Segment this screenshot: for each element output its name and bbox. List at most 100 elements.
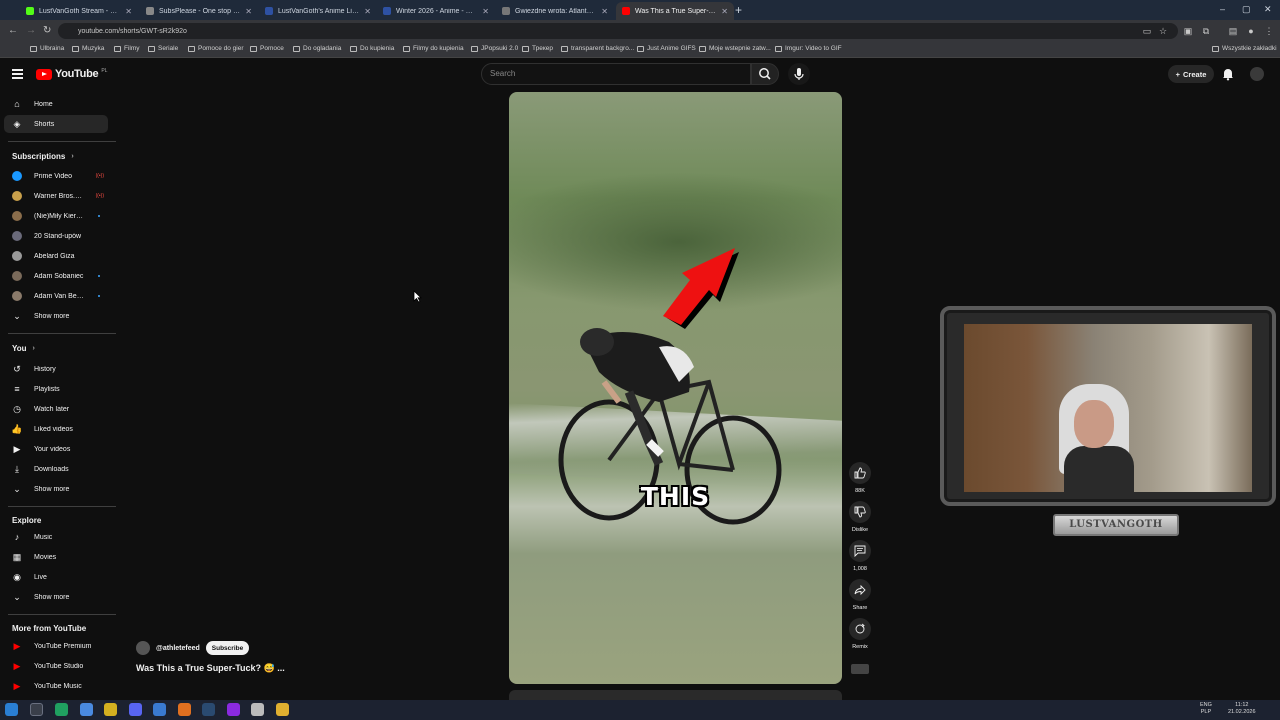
sidebar-item[interactable]: ▶ YouTube Premium [4,637,108,655]
tab-close-icon[interactable]: ✕ [245,7,252,16]
create-button[interactable]: + Create [1168,65,1214,83]
account-avatar[interactable] [1250,67,1264,81]
tab-close-icon[interactable]: ✕ [364,7,371,16]
sidebar-item[interactable]: Abelard Giza [4,247,108,265]
tab-close-icon[interactable]: ✕ [721,7,728,16]
show-more-button[interactable]: ⌄ Show more [4,588,108,606]
sidebar-item[interactable]: ◷ Watch later [4,400,108,418]
sidebar-item[interactable]: ◈ Shorts [4,115,108,133]
steam-taskbar-icon[interactable] [202,703,215,716]
vlc-taskbar-icon[interactable] [178,703,191,716]
app-taskbar-icon[interactable] [80,703,93,716]
file-explorer-taskbar-icon[interactable] [276,703,289,716]
url-bar[interactable]: youtube.com/shorts/GWT-sR2k92o [58,23,1178,39]
bookmark-item[interactable]: Muzyka [72,45,104,52]
sidebar-item[interactable]: ◉ Live [4,568,108,586]
sidebar-item[interactable]: ▶ YouTube Studio [4,657,108,675]
notifications-bell-icon[interactable] [1221,67,1235,81]
sidebar-item[interactable]: Adam Van Bendl... [4,287,108,305]
bookmark-item[interactable]: Just Anime GIFS [637,45,696,52]
chrome-taskbar-icon[interactable] [30,703,43,716]
forward-button[interactable]: → [26,25,36,36]
sidebar-item[interactable]: ↺ History [4,360,108,378]
sidebar-item[interactable]: 20 Stand-upów [4,227,108,245]
next-short-preview[interactable] [509,690,842,700]
tab-close-icon[interactable]: ✕ [125,7,132,16]
discord-taskbar-icon[interactable] [129,703,142,716]
sidebar-item[interactable]: ♪ Music [4,528,108,546]
bookmark-item[interactable]: Трекер [522,45,553,52]
search-button[interactable] [751,63,779,85]
bookmark-item[interactable]: Filmy do kupienia [403,45,464,52]
app-taskbar-icon[interactable] [153,703,166,716]
sidebar-section-title[interactable]: You › [12,344,35,353]
tab-close-icon[interactable]: ✕ [482,7,489,16]
bookmark-item[interactable]: Imgur: Video to GIF [775,45,842,52]
bookmark-item[interactable]: Moje wstepnie zatw... [699,45,771,52]
sidebar-item[interactable]: Prime Video ((•)) [4,167,108,185]
short-video-player[interactable]: THIS [509,92,842,684]
sidebar-item[interactable]: ⤓ Downloads [4,460,108,478]
sidebar-item[interactable]: ▦ Movies [4,548,108,566]
sidebar-item[interactable]: ⌂ Home [4,95,108,113]
show-more-button[interactable]: ⌄ Show more [4,307,108,325]
chrome-menu-icon[interactable]: ⋮ [1264,26,1274,36]
language-indicator[interactable]: ENG PLP [1200,702,1212,716]
bookmark-item[interactable]: Pomoce do gier [188,45,244,52]
browser-tab[interactable]: LustVanGoth Stream - Watch Li ✕ [20,2,138,20]
sidebar-item[interactable]: 👍 Liked videos [4,420,108,438]
app-taskbar-icon[interactable] [55,703,68,716]
bookmark-item[interactable]: Ulbraina [30,45,64,52]
bookmark-item[interactable]: Pomoce [250,45,284,52]
short-title[interactable]: Was This a True Super-Tuck? 😅 ... [136,663,285,674]
search-input[interactable]: Search [481,63,751,85]
windows-start-icon[interactable] [5,703,18,716]
extension-icon[interactable]: ▣ [1183,26,1193,36]
new-tab-button[interactable]: + [735,3,742,17]
dislike-button[interactable]: Dislike [848,501,872,533]
sidebar-item[interactable]: ▶ Your videos [4,440,108,458]
hamburger-menu-icon[interactable] [12,69,23,79]
bookmark-item[interactable]: Filmy [114,45,140,52]
tab-close-icon[interactable]: ✕ [601,7,608,16]
browser-tab[interactable]: LustVanGoth's Anime List - My ✕ [259,2,377,20]
back-button[interactable]: ← [8,25,18,36]
browser-tab[interactable]: Winter 2026 - Anime - MyAnim ✕ [377,2,495,20]
audio-track-button[interactable] [848,664,872,674]
sidebar-item[interactable]: (Nie)Miły Kierow... [4,207,108,225]
cast-icon[interactable]: ▭ [1142,26,1152,36]
subscribe-button[interactable]: Subscribe [205,641,250,655]
bookmark-item[interactable]: Do ogladania [293,45,341,52]
close-window-button[interactable]: ✕ [1264,4,1272,15]
all-bookmarks[interactable]: Wszystkie zakładki [1212,45,1277,52]
sidebar-section-title[interactable]: More from YouTube [12,624,86,633]
sidepanel-icon[interactable]: ▤ [1228,26,1238,36]
sidebar-item[interactable]: Adam Sobaniec [4,267,108,285]
browser-tab[interactable]: Was This a True Super-Tuck? ✕ [616,2,734,20]
bookmark-star-icon[interactable]: ☆ [1158,26,1168,36]
remix-button[interactable]: Remix [848,618,872,650]
browser-tab[interactable]: Gwiezdne wrota: Atlantyda / St ✕ [496,2,614,20]
sidebar-section-title[interactable]: Subscriptions › [12,152,74,161]
browser-tab[interactable]: SubsPlease - One stop shop fo ✕ [140,2,258,20]
bookmark-item[interactable]: JPopsuki 2.0 [471,45,518,52]
comments-button[interactable]: 1,008 [848,540,872,572]
bookmark-item[interactable]: Seriale [148,45,178,52]
youtube-logo[interactable]: YouTube PL [36,68,107,80]
like-button[interactable]: 88K [848,462,872,494]
app-taskbar-icon[interactable] [251,703,264,716]
channel-name[interactable]: @athletefeed [156,645,200,652]
sidebar-item[interactable]: ▶ YouTube Music [4,677,108,695]
share-button[interactable]: Share [848,579,872,611]
app-taskbar-icon[interactable] [104,703,117,716]
reload-button[interactable]: ↻ [43,25,51,36]
sidebar-item[interactable]: Warner Bros. Ent... ((•)) [4,187,108,205]
system-clock[interactable]: 11:12 21.02.2026 [1228,702,1256,716]
app-taskbar-icon[interactable] [227,703,240,716]
channel-avatar[interactable] [136,641,150,655]
sidebar-item[interactable]: ≡ Playlists [4,380,108,398]
profile-icon[interactable]: ● [1246,26,1256,36]
sidebar-section-title[interactable]: Explore [12,516,41,525]
minimize-button[interactable]: – [1220,4,1225,14]
bookmark-item[interactable]: Do kupienia [350,45,394,52]
